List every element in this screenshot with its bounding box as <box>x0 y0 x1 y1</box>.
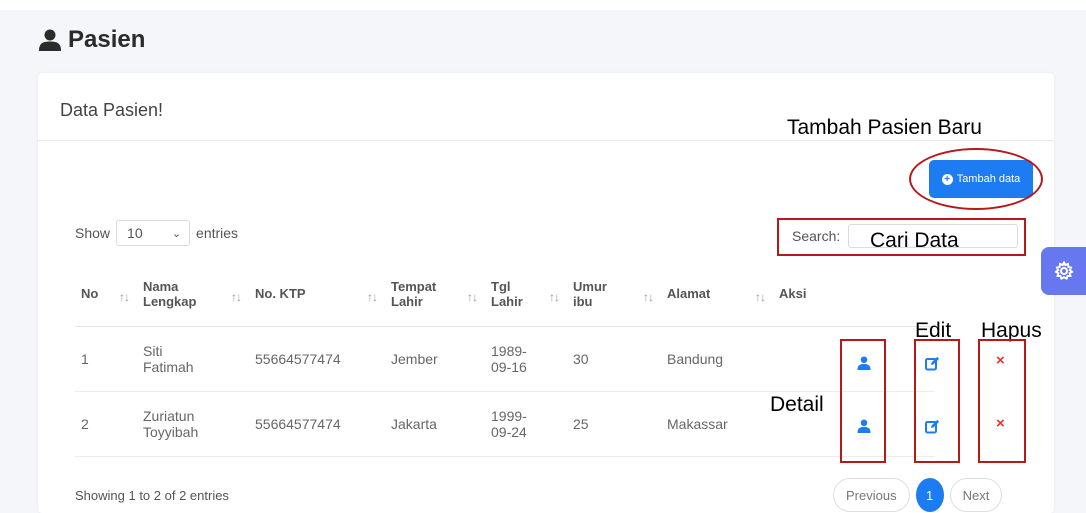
patient-table: No ↑↓ Nama Lengkap ↑↓ No. KTP ↑↓ Tempat Lah… <box>75 262 935 457</box>
cell-tgl: 1989-09-16 <box>485 326 567 392</box>
annotation-delete-box <box>978 339 1026 463</box>
table-row: 1 Siti Fatimah 55664577474 Jember 1989-0… <box>75 326 935 392</box>
column-header-tgl[interactable]: Tgl Lahir ↑↓ <box>485 262 567 327</box>
user-icon <box>39 29 61 51</box>
entries-select-value: 10 <box>127 225 143 241</box>
column-header-umur[interactable]: Umur ibu ↑↓ <box>567 262 661 327</box>
column-header-ktp[interactable]: No. KTP ↑↓ <box>249 262 385 327</box>
gear-icon <box>1053 261 1074 281</box>
cell-tgl: 1999-09-24 <box>485 391 567 457</box>
column-header-no[interactable]: No ↑↓ <box>75 262 137 327</box>
page-title: Pasien <box>38 26 145 54</box>
entries-select[interactable]: 10 ⌄ <box>116 220 191 246</box>
table-header-row: No ↑↓ Nama Lengkap ↑↓ No. KTP ↑↓ Tempat Lah… <box>75 262 935 327</box>
cell-tempat: Jember <box>385 326 485 392</box>
cell-umur: 30 <box>567 326 661 392</box>
settings-button[interactable] <box>1041 247 1086 295</box>
cell-tempat: Jakarta <box>385 391 485 457</box>
column-header-tempat[interactable]: Tempat Lahir ↑↓ <box>385 262 485 327</box>
next-page-button[interactable]: Next <box>949 478 1003 512</box>
annotation-detail: Detail <box>770 393 824 416</box>
card-title: Data Pasien! <box>60 100 164 120</box>
sort-icon: ↑↓ <box>755 290 766 304</box>
column-header-aksi: Aksi <box>773 262 935 327</box>
cell-alamat: Makassar <box>661 391 773 457</box>
cell-no: 1 <box>75 326 137 392</box>
entries-length-control: Show 10 ⌄ entries <box>75 220 238 246</box>
pagination: Previous 1 Next <box>833 478 1003 512</box>
cell-nama: Zuriatun Toyyibah <box>137 391 249 457</box>
chevron-down-icon: ⌄ <box>171 227 182 240</box>
previous-page-button[interactable]: Previous <box>833 478 910 512</box>
cell-ktp: 55664577474 <box>249 326 385 392</box>
annotation-search: Cari Data <box>870 229 959 252</box>
cell-umur: 25 <box>567 391 661 457</box>
cell-no: 2 <box>75 391 137 457</box>
cell-alamat: Bandung <box>661 326 773 392</box>
sort-icon: ↑↓ <box>643 290 654 304</box>
table-info: Showing 1 to 2 of 2 entries <box>75 488 229 503</box>
show-label: Show <box>75 225 111 241</box>
annotation-edit-box <box>914 339 960 463</box>
sort-icon: ↑↓ <box>231 290 242 304</box>
cell-ktp: 55664577474 <box>249 391 385 457</box>
sort-icon: ↑↓ <box>467 290 478 304</box>
sort-icon: ↑↓ <box>367 290 378 304</box>
annotation-add: Tambah Pasien Baru <box>787 116 982 139</box>
column-header-alamat[interactable]: Alamat ↑↓ <box>661 262 773 327</box>
current-page-button[interactable]: 1 <box>915 478 944 512</box>
annotation-add-oval <box>909 148 1043 210</box>
column-header-nama[interactable]: Nama Lengkap ↑↓ <box>137 262 249 327</box>
annotation-detail-box <box>840 339 886 463</box>
page-title-text: Pasien <box>68 26 146 53</box>
sort-icon: ↑↓ <box>119 290 130 304</box>
sort-icon: ↑↓ <box>549 290 560 304</box>
entries-label: entries <box>196 225 239 241</box>
cell-nama: Siti Fatimah <box>137 326 249 392</box>
